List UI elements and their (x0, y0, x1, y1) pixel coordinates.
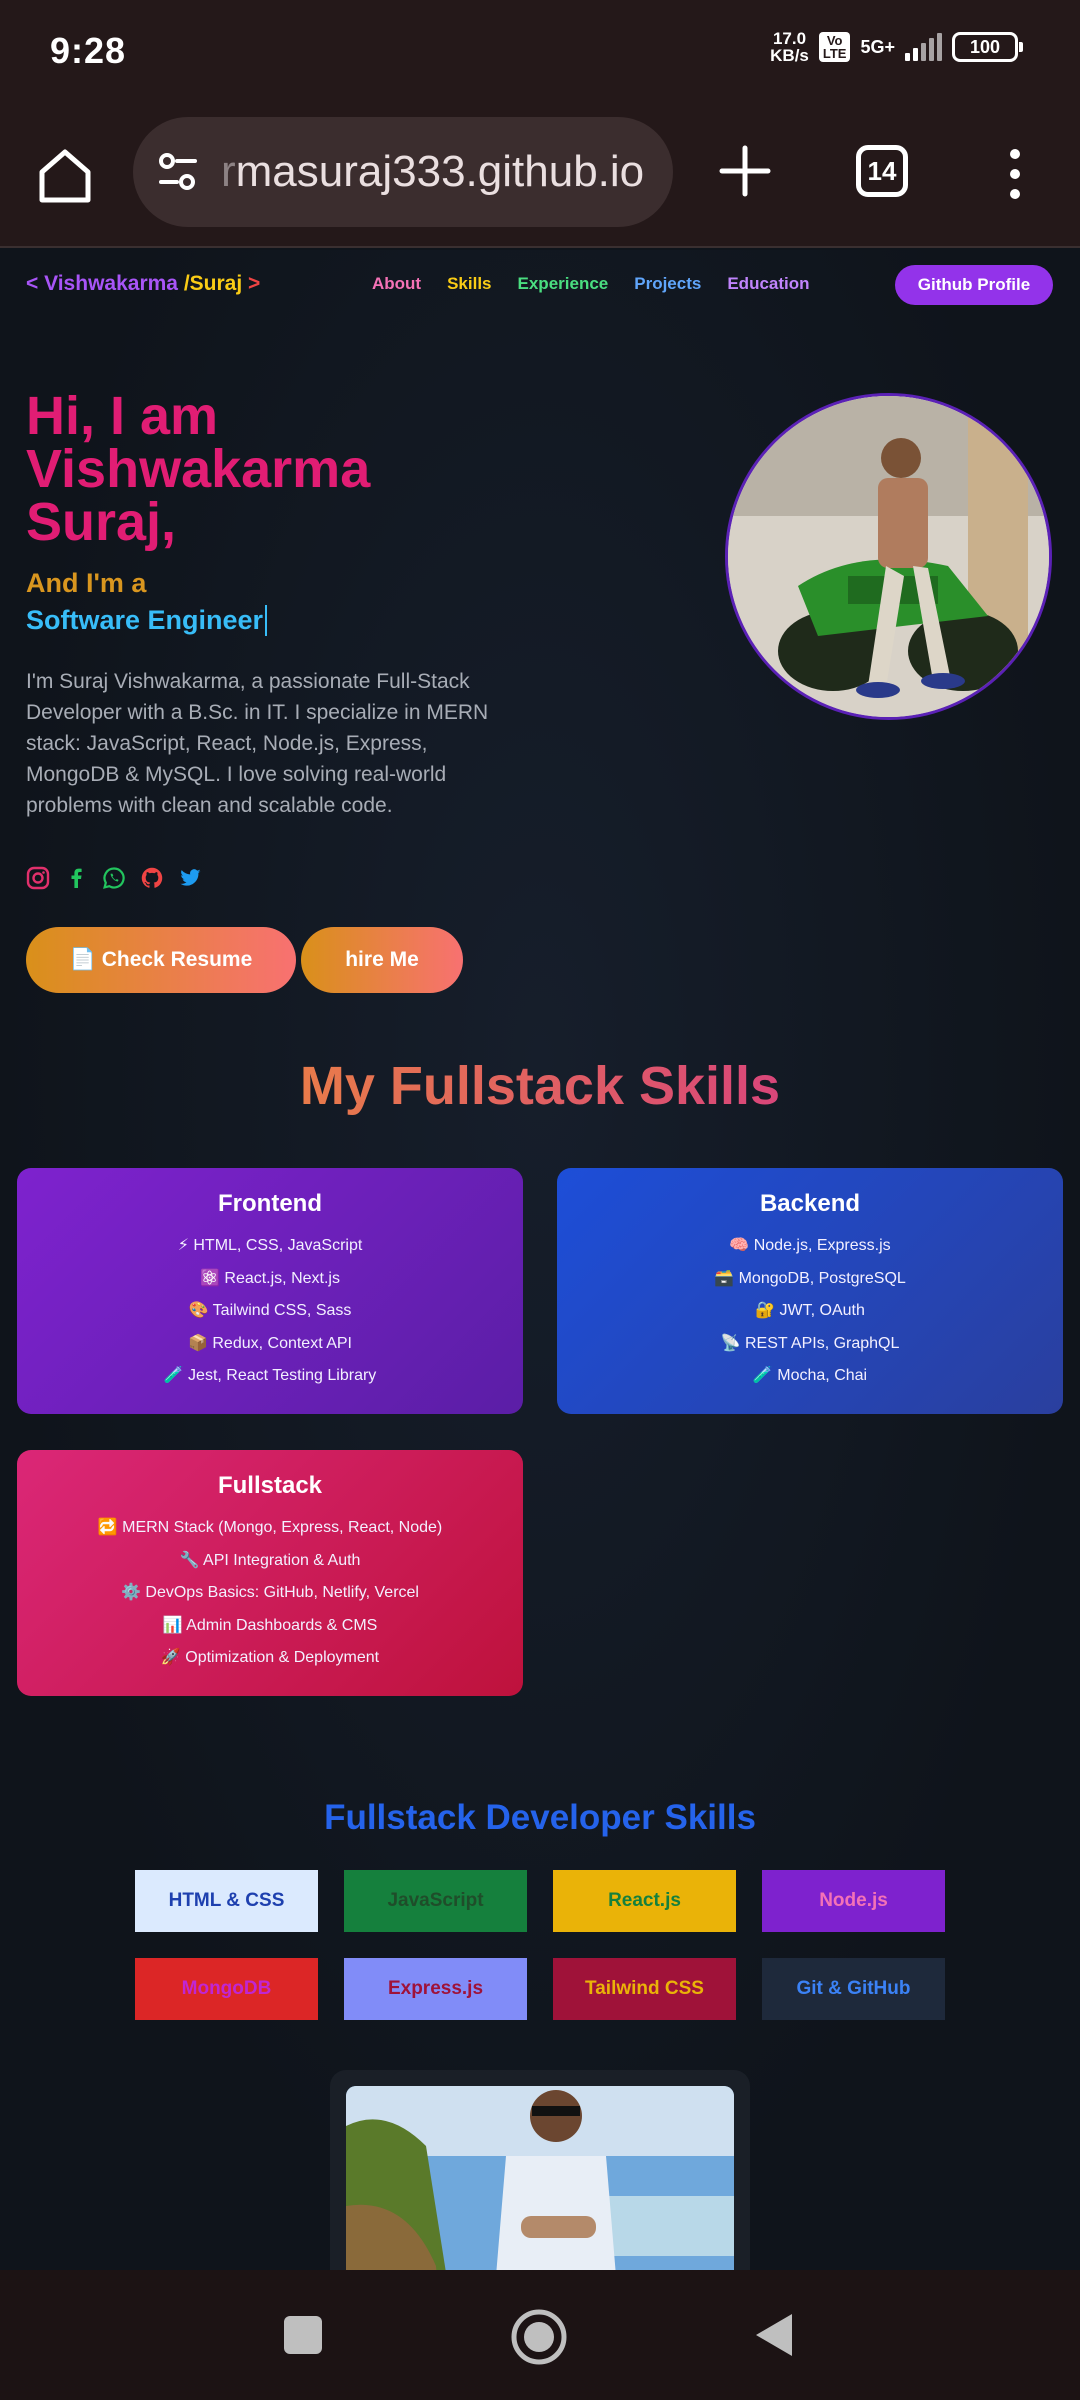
home-circle-icon[interactable] (510, 2308, 568, 2366)
status-time: 9:28 (50, 30, 127, 71)
back-icon[interactable] (752, 2310, 796, 2360)
check-resume-button[interactable]: 📄 Check Resume (26, 927, 296, 993)
hero-description: I'm Suraj Vishwakarma, a passionate Full… (26, 670, 489, 817)
skill-item: 🧪 Mocha, Chai (752, 1367, 868, 1384)
social-links (26, 866, 202, 890)
skill-card-fullstack: Fullstack 🔁 MERN Stack (Mongo, Express, … (17, 1450, 523, 1696)
tab-switcher-button[interactable]: 14 (856, 145, 908, 197)
profile-photo-illustration (728, 396, 1049, 717)
second-photo-illustration (346, 2086, 734, 2270)
network-speed: 17.0 KB/s (770, 29, 809, 65)
network-type: 5G+ (860, 36, 895, 57)
status-indicators: 17.0 KB/s Vo LTE 5G+ 100 (770, 29, 1023, 65)
skill-item: 🗃️ MongoDB, PostgreSQL (714, 1269, 906, 1287)
twitter-icon[interactable] (178, 866, 202, 890)
github-icon[interactable] (140, 866, 164, 890)
skill-card-title: Backend (759, 1190, 861, 1217)
hero-subtitle: And I'm a (26, 568, 147, 598)
nav-link-education[interactable]: Education (727, 274, 809, 294)
skill-tag-node: Node.js (762, 1870, 945, 1932)
skill-item: 🔁 MERN Stack (Mongo, Express, React, Nod… (97, 1519, 443, 1536)
more-vert-icon[interactable] (1000, 144, 1030, 204)
tune-icon[interactable] (153, 146, 205, 198)
facebook-icon[interactable] (64, 866, 88, 890)
skill-item: ⚡ HTML, CSS, JavaScript (177, 1237, 363, 1254)
skill-card-backend: Backend 🧠 Node.js, Express.js 🗃️ MongoDB… (557, 1168, 1063, 1414)
volte-icon: Vo LTE (818, 32, 851, 62)
skill-card-title: Frontend (218, 1190, 322, 1217)
skill-tag-git: Git & GitHub (762, 1958, 945, 2020)
instagram-icon[interactable] (26, 866, 50, 890)
nav-link-skills[interactable]: Skills (447, 274, 491, 294)
skill-item: 🧠 Node.js, Express.js (729, 1237, 891, 1254)
github-profile-button[interactable]: Github Profile (895, 265, 1053, 305)
skill-tag-javascript: JavaScript (344, 1870, 527, 1932)
profile-photo (725, 393, 1052, 720)
skill-tag-express: Express.js (344, 1958, 527, 2020)
site-brand[interactable]: < Vishwakarma /Suraj > (26, 272, 260, 296)
skill-item: ⚙️ DevOps Basics: GitHub, Netlify, Verce… (121, 1584, 419, 1601)
skill-item: 🎨 Tailwind CSS, Sass (188, 1302, 352, 1319)
battery-icon: 100 (952, 32, 1023, 62)
second-profile-photo (346, 2086, 734, 2270)
web-page: < Vishwakarma /Suraj > About Skills Expe… (0, 250, 1080, 2270)
skill-tag-html-css: HTML & CSS (135, 1870, 318, 1932)
skill-item: ⚛️ React.js, Next.js (200, 1269, 340, 1287)
skill-item: 📦 Redux, Context API (188, 1334, 352, 1352)
skill-card-frontend: Frontend ⚡ HTML, CSS, JavaScript ⚛️ Reac… (17, 1168, 523, 1414)
skill-item: 🚀 Optimization & Deployment (160, 1649, 380, 1666)
skill-tag-tailwind: Tailwind CSS (553, 1958, 736, 2020)
skill-item: 🔐 JWT, OAuth (755, 1302, 865, 1319)
hire-me-button[interactable]: hire Me (301, 927, 463, 993)
browser-toolbar: rmasuraj333.github.io 14 (0, 102, 1080, 248)
skill-item: 🧪 Jest, React Testing Library (163, 1367, 377, 1384)
skill-item: 📡 REST APIs, GraphQL (720, 1334, 900, 1352)
nav-link-about[interactable]: About (372, 274, 421, 294)
status-bar: 9:28 17.0 KB/s Vo LTE 5G+ 100 (0, 0, 1080, 102)
skill-tag-react: React.js (553, 1870, 736, 1932)
photo-card (330, 2070, 750, 2270)
nav-link-projects[interactable]: Projects (634, 274, 701, 294)
url-text: rmasuraj333.github.io (221, 147, 645, 196)
skill-item: 📊 Admin Dashboards & CMS (162, 1616, 378, 1634)
skill-tag-mongodb: MongoDB (135, 1958, 318, 2020)
nav-link-experience[interactable]: Experience (518, 274, 609, 294)
skill-card-title: Fullstack (217, 1472, 323, 1499)
hero-title: Hi, I am Vishwakarma Suraj, (26, 386, 371, 552)
recents-icon[interactable] (282, 2314, 324, 2356)
skill-item: 🔧 API Integration & Auth (179, 1551, 361, 1569)
address-bar[interactable]: rmasuraj333.github.io (133, 117, 673, 227)
skills-heading: My Fullstack Skills (299, 1056, 781, 1116)
plus-icon[interactable] (712, 138, 778, 204)
home-icon[interactable] (30, 140, 100, 210)
whatsapp-icon[interactable] (102, 866, 126, 890)
signal-icon (905, 33, 942, 61)
system-nav-bar (0, 2270, 1080, 2400)
site-nav: About Skills Experience Projects Educati… (372, 274, 810, 294)
dev-skills-heading: Fullstack Developer Skills (324, 1798, 756, 1837)
hero-role: Software Engineer (26, 605, 268, 636)
